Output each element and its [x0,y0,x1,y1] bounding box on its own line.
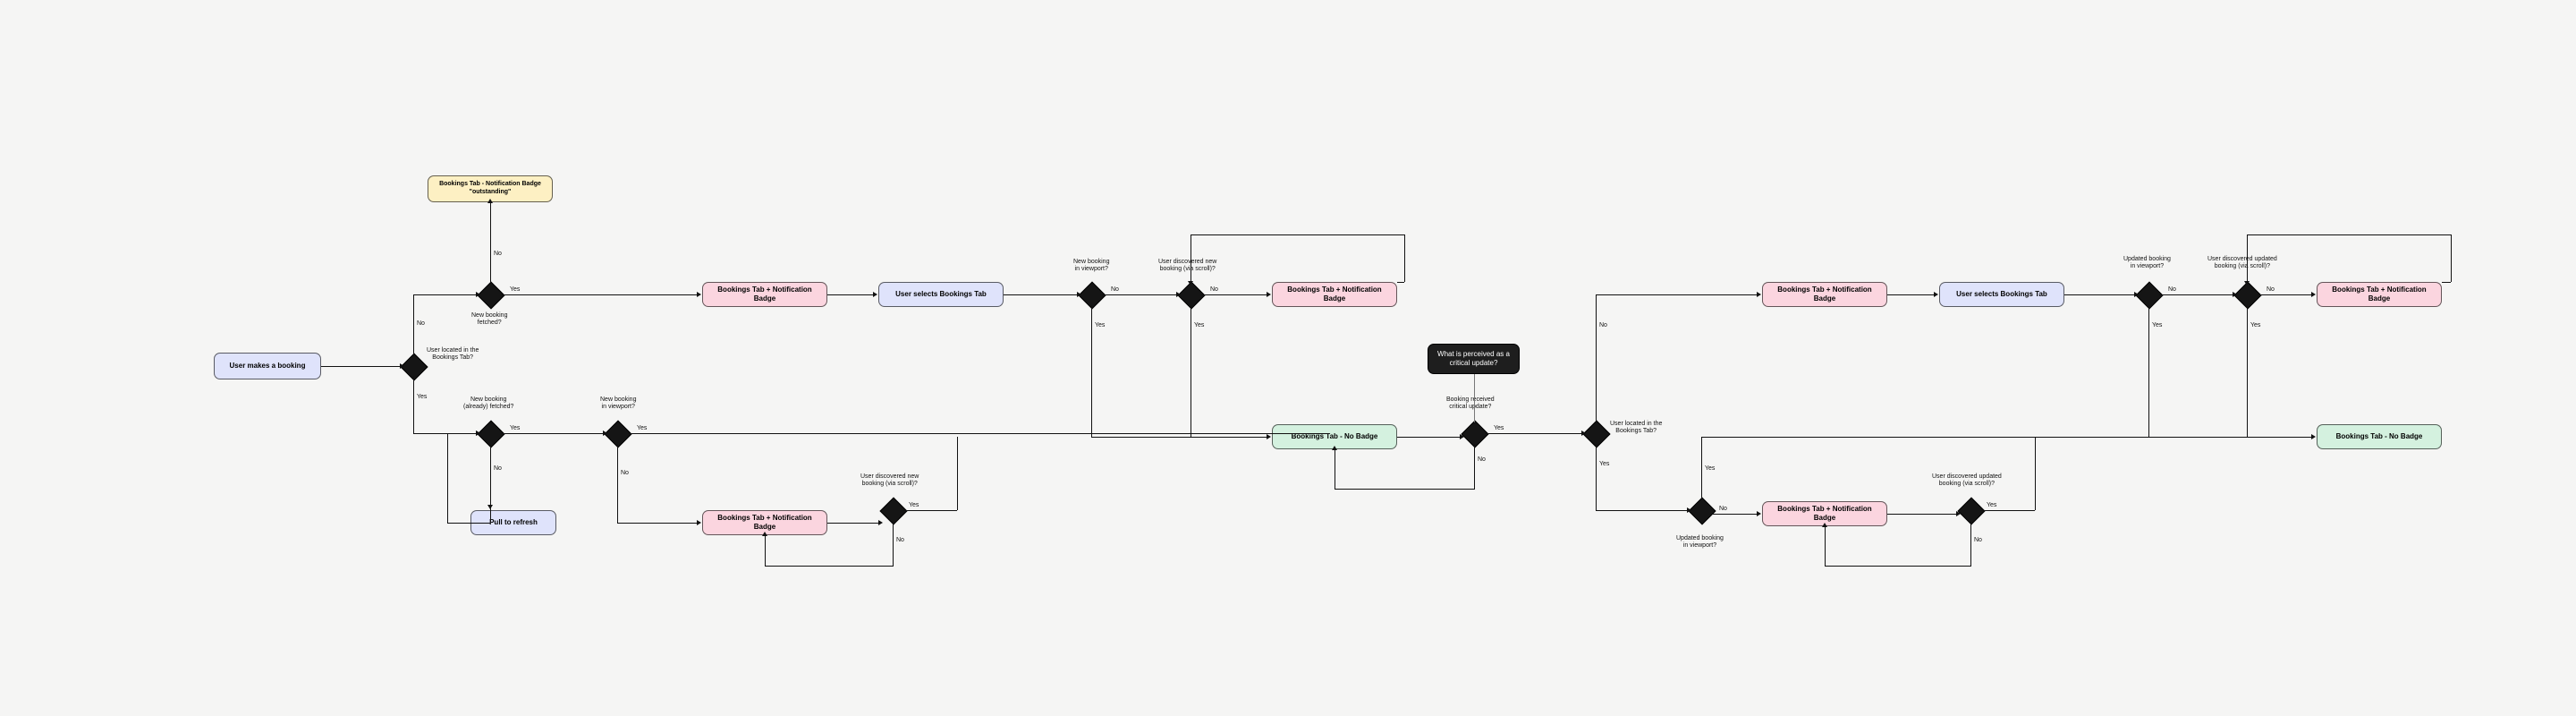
node-notif-badge-a: Bookings Tab + Notification Badge [702,282,827,307]
decision-user-located [400,353,428,380]
yn-d9-no: No [1599,322,1607,329]
label-d5: New booking in viewport? [1073,259,1109,274]
node-notif-badge-d: Bookings Tab + Notification Badge [1762,282,1887,307]
yn-d6-yes: Yes [1194,322,1204,329]
decision-viewport-lower [604,420,631,448]
label-d13: User discovered updated booking (via scr… [1932,473,2002,489]
yn-d3-yes: Yes [510,425,520,432]
yn-d10-yes: Yes [1705,465,1715,473]
decision-discovered-upper-2 [2233,281,2261,309]
yn-d13-no: No [1974,537,1982,544]
node-critical-note: What is perceived as a critical update? [1428,344,1520,374]
decision-viewport-lower-2 [1688,497,1716,524]
label-d12: User discovered updated booking (via scr… [2207,256,2277,271]
decision-user-located-2 [1582,420,1610,448]
yn-d5-no: No [1111,286,1119,294]
yn-d10-no: No [1719,506,1727,513]
yn-d2-no: No [494,251,502,258]
label-d9: User located in the Bookings Tab? [1610,421,1662,436]
decision-discovered-upper [1177,281,1205,309]
label-d10: Updated booking in viewport? [1676,535,1724,550]
label-d11: Updated booking in viewport? [2123,256,2171,271]
decision-discovered-lower-2 [1957,497,1985,524]
yn-d4l-no: No [621,470,629,477]
decision-already-fetched [477,420,504,448]
decision-critical-update [1461,420,1488,448]
node-start: User makes a booking [214,353,321,379]
decision-new-fetched [477,281,504,309]
label-d7: User discovered new booking (via scroll)… [860,473,919,489]
yn-d12-no: No [2267,286,2275,294]
label-d3: New booking (already) fetched? [463,396,513,412]
decision-discovered-lower [879,497,907,524]
yn-d1-yes: Yes [417,394,427,401]
yn-d3-no: No [494,465,502,473]
decision-viewport-upper-2 [2135,281,2163,309]
yn-d9-yes: Yes [1599,461,1609,468]
yn-d1-no: No [417,320,425,328]
label-d4: New booking in viewport? [600,396,636,412]
node-notif-badge-f: Bookings Tab + Notification Badge [2317,282,2442,307]
label-d8: Booking received critical update? [1446,396,1495,412]
yn-d13-yes: Yes [1987,502,1996,509]
node-user-selects-b: User selects Bookings Tab [1939,282,2064,307]
label-d1: User located in the Bookings Tab? [427,347,479,362]
yn-d4l-yes: Yes [637,425,647,432]
node-notif-badge-c: Bookings Tab + Notification Badge [1272,282,1397,307]
yn-d8-no: No [1478,456,1486,464]
yn-d7-yes: Yes [909,502,919,509]
yn-d12-yes: Yes [2250,322,2260,329]
yn-d7-no: No [896,537,904,544]
yn-d6-no: No [1210,286,1218,294]
node-user-selects-a: User selects Bookings Tab [878,282,1004,307]
yn-d5-yes: Yes [1095,322,1105,329]
yn-d11-no: No [2168,286,2176,294]
label-d6: User discovered new booking (via scroll)… [1158,259,1216,274]
label-d2: New booking fetched? [471,312,507,328]
decision-viewport-upper [1078,281,1106,309]
yn-d8-yes: Yes [1494,425,1504,432]
node-no-badge-b: Bookings Tab - No Badge [2317,424,2442,449]
yn-d11-yes: Yes [2152,322,2162,329]
yn-d2-yes: Yes [510,286,520,294]
flowchart-canvas: User makes a booking Bookings Tab - Noti… [0,0,2576,716]
